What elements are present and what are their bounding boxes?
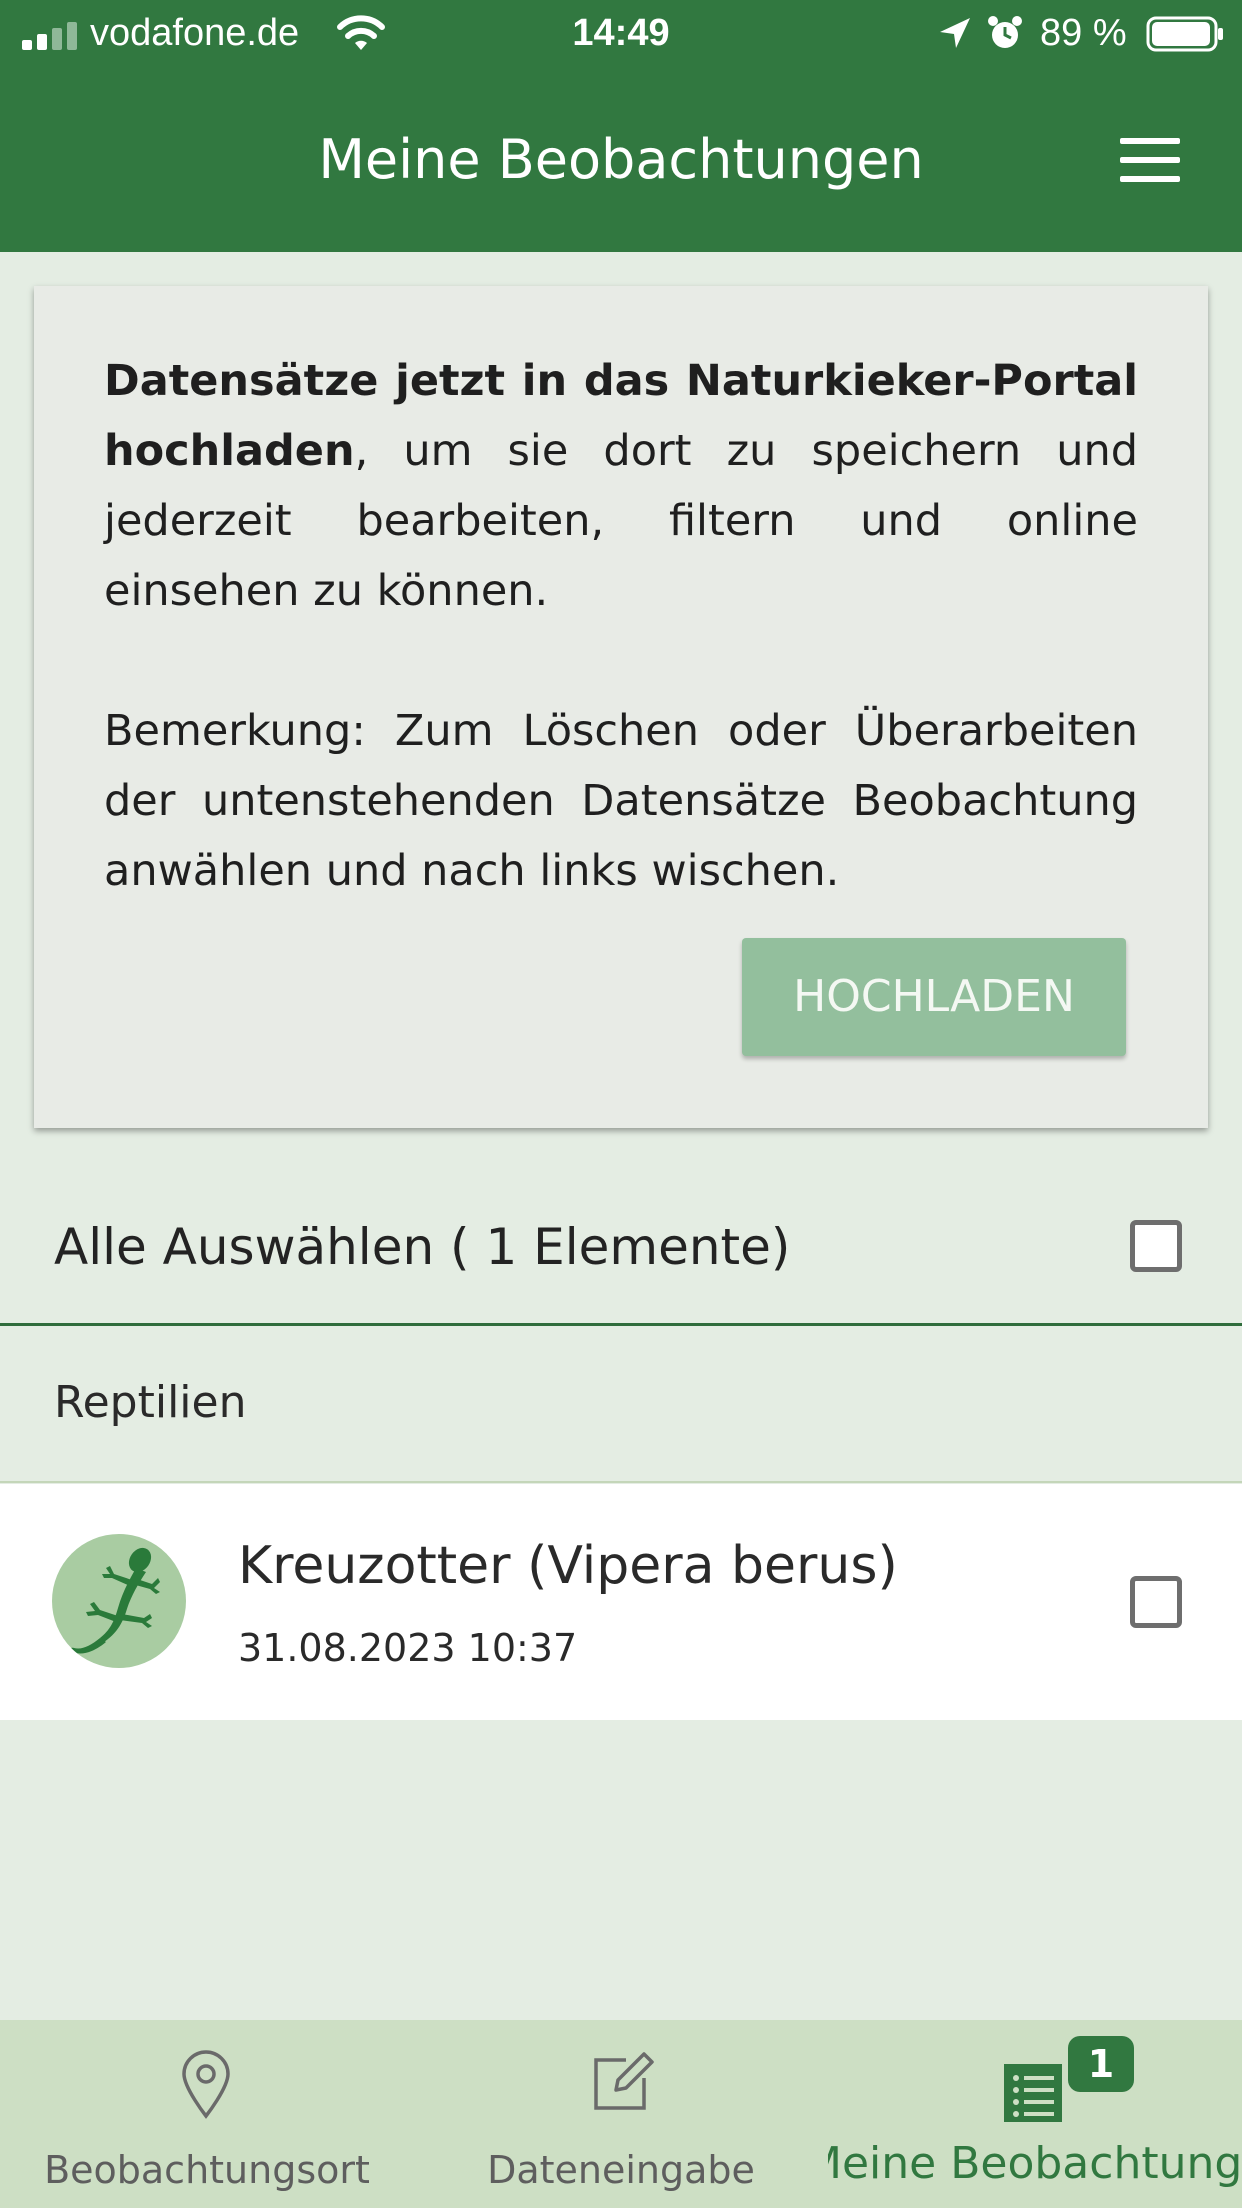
bottom-tab-bar: Beobachtungsort Dateneingabe 1 Meine Beo…	[0, 2020, 1242, 2208]
upload-button[interactable]: HOCHLADEN	[742, 938, 1126, 1056]
upload-description: Datensätze jetzt in das Naturkieker-Port…	[104, 346, 1138, 626]
lizard-icon	[52, 1534, 186, 1668]
observation-list-item[interactable]: Kreuzotter (Vipera berus) 31.08.2023 10:…	[0, 1484, 1242, 1720]
observation-date: 31.08.2023 10:37	[238, 1626, 578, 1670]
select-all-row[interactable]: Alle Auswählen ( 1 Elemente)	[0, 1186, 1242, 1326]
page-title: Meine Beobachtungen	[318, 128, 924, 191]
app-header: vodafone.de 14:49 89 % Meine Beobachtung…	[0, 0, 1242, 252]
tab-label-beobachtungsort: Beobachtungsort	[44, 2148, 370, 2192]
group-label: Reptilien	[54, 1377, 247, 1428]
battery-icon	[1146, 16, 1223, 52]
notification-badge: 1	[1068, 2036, 1134, 2092]
tab-label-meine-beobachtungen: Meine Beobachtung...	[828, 2138, 1242, 2189]
list-icon	[1004, 2064, 1062, 2122]
tab-meine-beobachtungen[interactable]: 1 Meine Beobachtung...	[828, 2020, 1242, 2208]
location-arrow-icon	[940, 18, 970, 48]
alarm-icon	[988, 16, 1022, 48]
edit-icon	[594, 2052, 654, 2110]
hamburger-menu-icon[interactable]	[1112, 132, 1188, 188]
battery-percent: 89 %	[1040, 12, 1127, 54]
select-all-label: Alle Auswählen ( 1 Elemente)	[54, 1218, 791, 1276]
tab-label-dateneingabe: Dateneingabe	[487, 2148, 755, 2192]
observation-title: Kreuzotter (Vipera berus)	[238, 1536, 898, 1596]
select-all-checkbox[interactable]	[1130, 1220, 1182, 1272]
upload-info-card: Datensätze jetzt in das Naturkieker-Port…	[34, 286, 1208, 1128]
upload-note: Bemerkung: Zum Löschen oder Überarbeiten…	[104, 706, 1138, 896]
group-header-reptilien: Reptilien	[0, 1327, 1242, 1483]
observation-checkbox[interactable]	[1130, 1576, 1182, 1628]
tab-dateneingabe[interactable]: Dateneingabe	[414, 2020, 828, 2208]
map-pin-icon	[182, 2050, 230, 2119]
upload-info-text: Datensätze jetzt in das Naturkieker-Port…	[104, 346, 1138, 906]
status-bar: vodafone.de 14:49 89 %	[0, 0, 1242, 66]
tab-beobachtungsort[interactable]: Beobachtungsort	[0, 2020, 414, 2208]
